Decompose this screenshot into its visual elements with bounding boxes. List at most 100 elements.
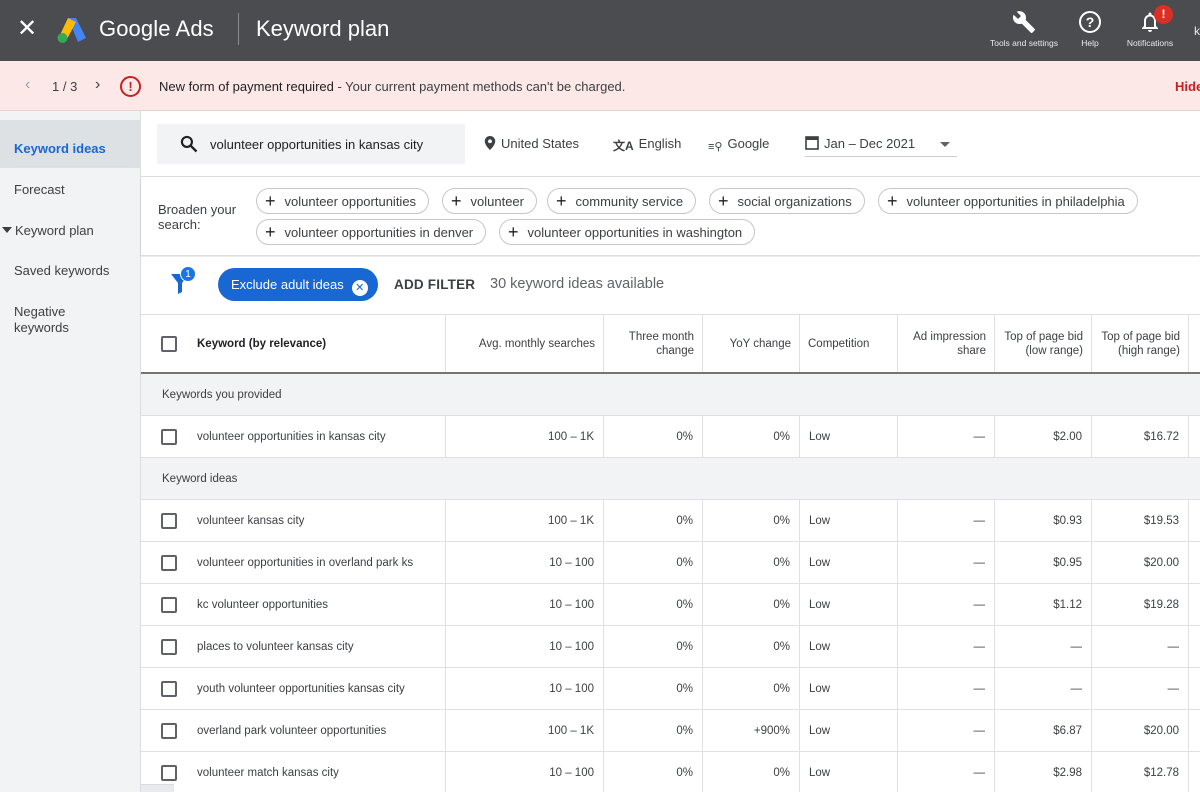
sidebar-item-negative-keywords[interactable]: Negative keywords [0,304,100,336]
column-header-bid-high[interactable]: Top of page bid (high range) [1092,315,1189,372]
competition-cell-value: Low [809,766,831,779]
avg-searches-cell-value: 10 – 100 [549,766,594,779]
chevron-right-icon[interactable]: › [95,76,100,94]
select-all-checkbox[interactable] [161,335,177,352]
table-row[interactable]: volunteer match kansas city 10 – 100 0% 0% L… [141,752,1200,792]
broaden-chip[interactable]: + volunteer opportunities in philadelphia [878,188,1138,214]
avg-searches-cell: 10 – 100 [446,542,604,583]
broaden-chip[interactable]: + volunteer opportunities in washington [499,219,756,245]
bid-high-cell: — [1092,668,1189,709]
date-range-value: Jan – Dec 2021 [824,136,916,151]
row-checkbox[interactable] [161,554,177,571]
broaden-chip[interactable]: + community service [547,188,697,214]
table-row[interactable]: overland park volunteer opportunities 100… [141,710,1200,752]
location-selector[interactable]: United States [484,136,579,151]
keyword-cell-value: volunteer opportunities in overland park… [197,556,414,569]
three-month-change-cell: 0% [604,500,703,541]
active-filter-chip[interactable]: Exclude adult ideas ✕ [218,268,378,301]
sidebar-item-saved-keywords[interactable]: Saved keywords [0,263,141,279]
column-header-keyword[interactable]: Keyword (by relevance) [141,315,446,372]
broaden-chip[interactable]: + volunteer opportunities [256,188,430,214]
competition-cell-value: Low [809,724,831,737]
account-initial[interactable]: k [1194,24,1200,38]
filter-count-badge: 1 [180,266,196,282]
bid-high-cell-value: $20.00 [1143,724,1179,737]
keyword-table: Keyword (by relevance) Avg. monthly sear… [141,314,1200,792]
notifications-label: Notifications [1126,38,1174,48]
network-selector[interactable]: ≡⚲ Google [708,136,769,153]
avg-searches-cell: 100 – 1K [446,500,604,541]
bid-low-cell-value: $0.93 [1053,514,1082,527]
chip-label: volunteer opportunities in philadelphia [906,194,1125,209]
keyword-search-input[interactable]: volunteer opportunities in kansas city [157,124,465,164]
bid-high-cell: $20.00 [1092,542,1189,583]
row-checkbox[interactable] [161,428,177,445]
sidebar-item-keyword-plan[interactable]: Keyword plan [0,223,141,239]
close-icon[interactable]: ✕ [17,17,37,41]
search-icon [180,135,198,153]
overflow-cell [1189,668,1200,709]
broaden-chip[interactable]: + volunteer opportunities in denver [256,219,487,245]
avg-searches-cell: 10 – 100 [446,668,604,709]
hide-alert-button[interactable]: Hide [1175,79,1200,94]
sidebar-item-keyword-ideas[interactable]: Keyword ideas [0,120,141,168]
yoy-change-cell: 0% [703,752,800,792]
language-selector[interactable]: 文A English [613,136,681,154]
competition-cell-value: Low [809,682,831,695]
chip-label: community service [575,194,684,209]
horizontal-scrollbar[interactable] [141,784,174,792]
column-header-bid-low[interactable]: Top of page bid (low range) [995,315,1092,372]
table-row[interactable]: places to volunteer kansas city 10 – 100 0… [141,626,1200,668]
row-checkbox[interactable] [161,764,177,781]
filter-row: 1 Exclude adult ideas ✕ ADD FILTER 30 key… [141,257,1200,314]
plus-icon: + [556,191,567,211]
header-divider [238,13,239,45]
add-filter-button[interactable]: ADD FILTER [394,277,475,292]
ad-impression-share-cell-value: — [973,556,986,569]
bid-low-cell-value: $1.12 [1053,598,1082,611]
column-header-ad-impression-share[interactable]: Ad impression share [898,315,995,372]
ad-impression-share-cell: — [898,626,995,667]
three-month-change-cell: 0% [604,416,703,457]
row-checkbox[interactable] [161,680,177,697]
chevron-left-icon[interactable]: ‹ [25,76,30,94]
yoy-change-cell-value: 0% [773,766,790,779]
overflow-cell [1189,584,1200,625]
column-header-three-month-change[interactable]: Three month change [604,315,703,372]
table-row[interactable]: kc volunteer opportunities 10 – 100 0% 0% Lo… [141,584,1200,626]
row-checkbox[interactable] [161,722,177,739]
row-checkbox[interactable] [161,638,177,655]
remove-filter-icon[interactable]: ✕ [351,280,368,296]
plus-icon: + [451,191,462,211]
keyword-cell: youth volunteer opportunities kansas cit… [141,668,446,709]
row-checkbox[interactable] [161,596,177,613]
overflow-cell [1189,626,1200,667]
column-header-label: Keyword (by relevance) [197,337,327,350]
dropdown-arrow-icon [940,142,950,147]
bid-low-cell-value: — [1070,682,1083,695]
date-range-selector[interactable]: Jan – Dec 2021 [805,133,957,157]
broaden-chip[interactable]: + social organizations [709,188,865,214]
notifications-button[interactable]: ! Notifications [1115,5,1185,48]
avg-searches-cell-value: 10 – 100 [549,598,594,611]
competition-cell: Low [800,668,898,709]
table-row[interactable]: volunteer opportunities in kansas city 10… [141,416,1200,458]
table-body: Keywords you provided volunteer opportuni… [141,374,1200,792]
table-row[interactable]: volunteer kansas city 100 – 1K 0% 0% Low — $0.… [141,500,1200,542]
keyword-cell: volunteer opportunities in kansas city [141,416,446,457]
broaden-chip[interactable]: + volunteer [442,188,537,214]
yoy-change-cell-value: 0% [773,640,790,653]
column-header-yoy-change[interactable]: YoY change [703,315,800,372]
sidebar-item-forecast[interactable]: Forecast [0,182,141,198]
plus-icon: + [265,222,276,242]
overflow-cell [1189,500,1200,541]
broaden-search-row: Broaden your search: + volunteer opportun… [141,178,1200,256]
row-checkbox[interactable] [161,512,177,529]
column-header-avg-searches[interactable]: Avg. monthly searches [446,315,604,372]
table-row[interactable]: youth volunteer opportunities kansas cit… [141,668,1200,710]
tools-and-settings-button[interactable]: Tools and settings [989,10,1059,48]
column-header-competition[interactable]: Competition [800,315,898,372]
table-row[interactable]: volunteer opportunities in overland park… [141,542,1200,584]
calendar-icon [805,136,819,150]
column-header-label: Avg. monthly searches [478,337,595,350]
